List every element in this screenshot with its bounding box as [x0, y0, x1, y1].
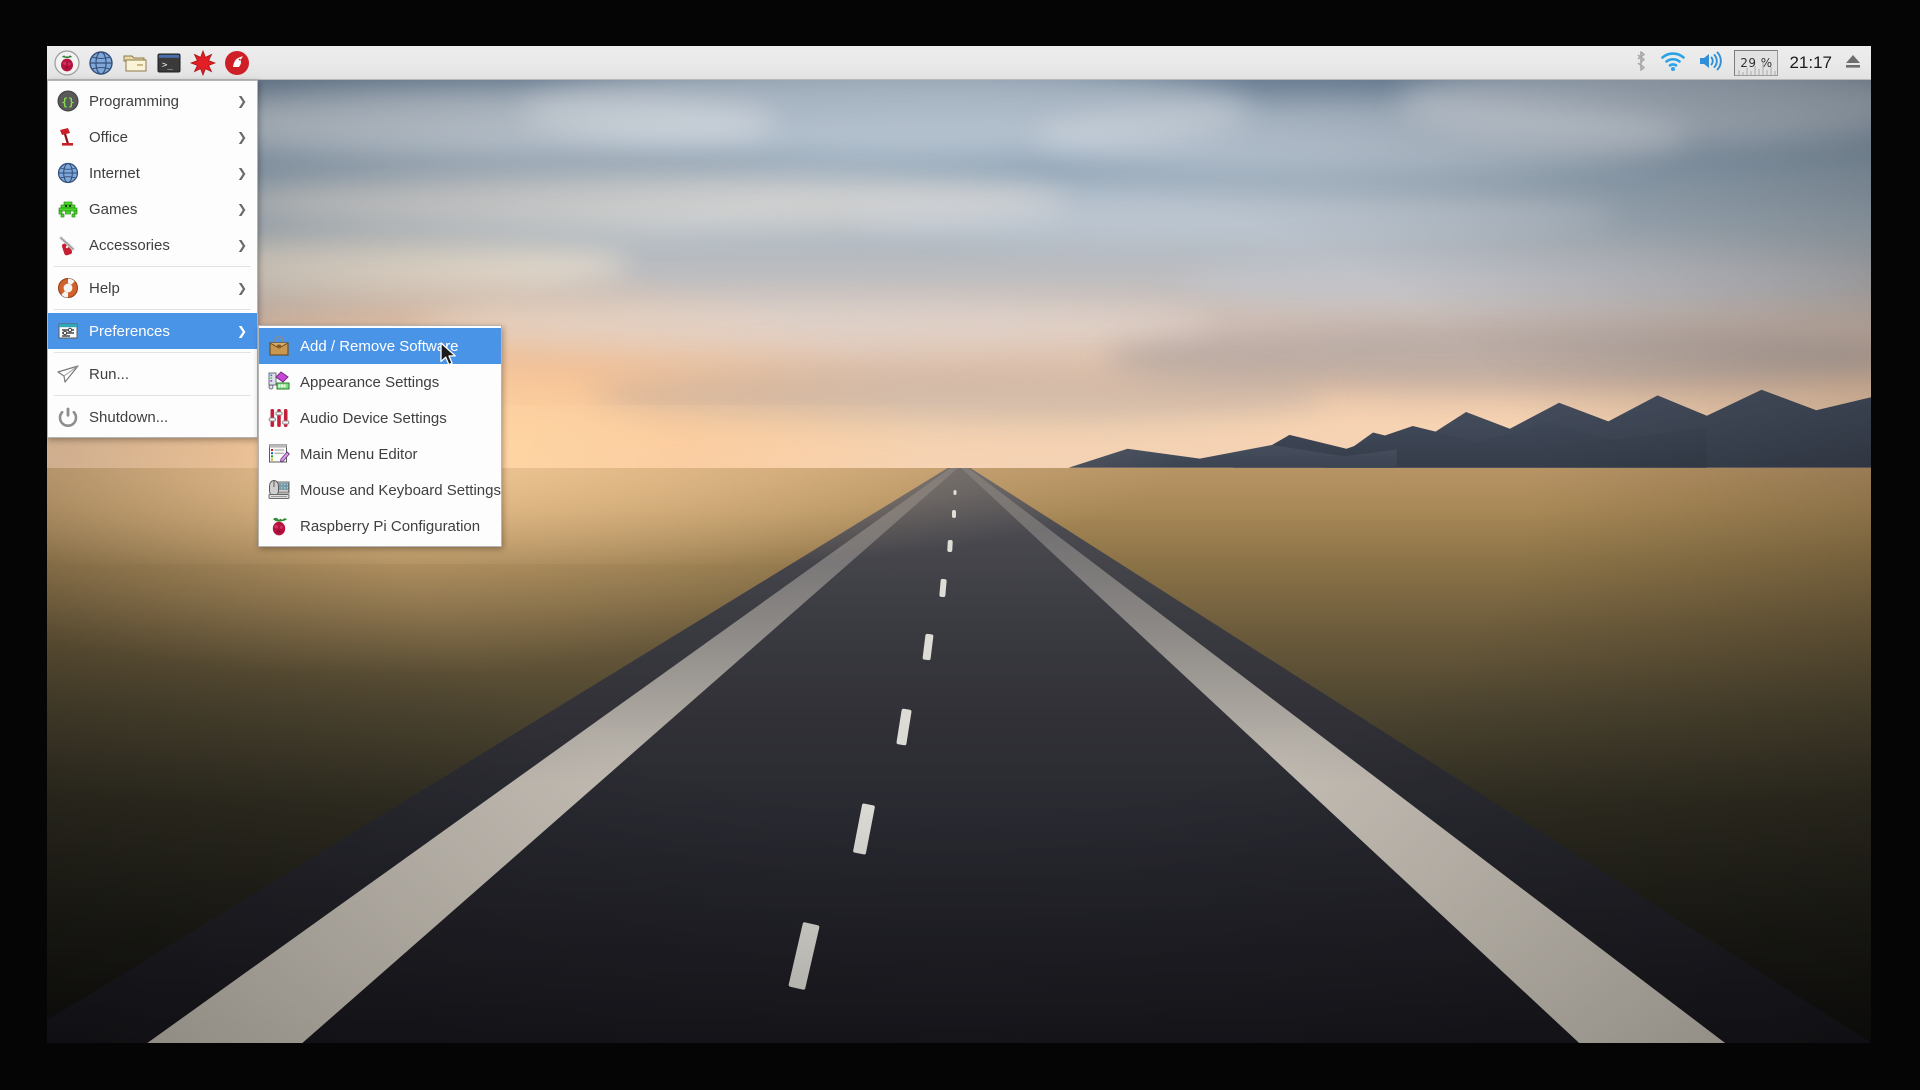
menu-editor-icon — [267, 442, 291, 466]
preferences-icon — [56, 319, 80, 343]
menu-item-accessories[interactable]: Accessories ❯ — [48, 227, 257, 263]
terminal-icon[interactable]: >_ — [154, 48, 184, 78]
menu-item-label: Office — [89, 129, 128, 146]
menu-item-label: Run... — [89, 366, 129, 383]
appearance-icon — [267, 370, 291, 394]
menu-item-office[interactable]: Office ❯ — [48, 119, 257, 155]
menu-item-run[interactable]: Run... — [48, 356, 257, 392]
chevron-right-icon: ❯ — [237, 130, 249, 144]
help-icon — [56, 276, 80, 300]
clock[interactable]: 21:17 — [1789, 53, 1832, 73]
road-dash — [939, 579, 947, 597]
menu-item-label: Preferences — [89, 323, 170, 340]
wolfram-icon[interactable] — [222, 48, 252, 78]
submenu-item-audio-device-settings[interactable]: Audio Device Settings — [259, 400, 501, 436]
accessories-icon — [56, 233, 80, 257]
mouse-keyboard-icon — [267, 478, 291, 502]
chevron-right-icon: ❯ — [237, 166, 249, 180]
submenu-item-main-menu-editor[interactable]: Main Menu Editor — [259, 436, 501, 472]
eject-icon[interactable] — [1843, 51, 1863, 75]
menu-item-games[interactable]: Games ❯ — [48, 191, 257, 227]
programming-icon: {} — [56, 89, 80, 113]
audio-icon — [267, 406, 291, 430]
shutdown-icon — [56, 405, 80, 429]
menu-separator — [54, 395, 251, 396]
menu-item-help[interactable]: Help ❯ — [48, 270, 257, 306]
preferences-submenu: Add / Remove Software Appearance Setting… — [258, 325, 502, 547]
bluetooth-icon[interactable] — [1633, 49, 1649, 77]
raspberry-menu-icon[interactable] — [52, 48, 82, 78]
chevron-right-icon: ❯ — [237, 324, 249, 338]
submenu-item-label: Main Menu Editor — [300, 446, 418, 463]
internet-icon — [56, 161, 80, 185]
menu-separator — [54, 266, 251, 267]
submenu-item-raspberry-pi-configuration[interactable]: Raspberry Pi Configuration — [259, 508, 501, 544]
menu-item-label: Accessories — [89, 237, 170, 254]
menu-item-label: Help — [89, 280, 120, 297]
menu-item-label: Internet — [89, 165, 140, 182]
menu-item-shutdown[interactable]: Shutdown... — [48, 399, 257, 435]
main-menu: {} Programming ❯ Office ❯ — [47, 80, 258, 438]
run-icon — [56, 362, 80, 386]
office-icon — [56, 125, 80, 149]
menu-item-label: Games — [89, 201, 137, 218]
wifi-icon[interactable] — [1660, 50, 1686, 76]
submenu-item-appearance-settings[interactable]: Appearance Settings — [259, 364, 501, 400]
package-icon — [267, 334, 291, 358]
submenu-item-label: Mouse and Keyboard Settings — [300, 482, 501, 499]
menu-separator — [54, 309, 251, 310]
submenu-item-label: Audio Device Settings — [300, 410, 447, 427]
cpu-monitor[interactable]: 29 % — [1734, 50, 1778, 76]
chevron-right-icon: ❯ — [237, 281, 249, 295]
svg-text:{}: {} — [61, 96, 74, 109]
web-browser-icon[interactable] — [86, 48, 116, 78]
submenu-item-label: Add / Remove Software — [300, 338, 458, 355]
taskbar-launchers: >_ — [47, 48, 252, 78]
volume-icon[interactable] — [1697, 50, 1723, 76]
menu-item-preferences[interactable]: Preferences ❯ — [48, 313, 257, 349]
system-tray: 29 % 21:17 — [1633, 49, 1871, 77]
road-dash — [952, 510, 956, 518]
menu-item-programming[interactable]: {} Programming ❯ — [48, 83, 257, 119]
chevron-right-icon: ❯ — [237, 238, 249, 252]
chevron-right-icon: ❯ — [237, 202, 249, 216]
chevron-right-icon: ❯ — [237, 94, 249, 108]
menu-item-label: Shutdown... — [89, 409, 168, 426]
file-manager-icon[interactable] — [120, 48, 150, 78]
road-dash — [947, 539, 953, 551]
road-dash — [954, 490, 957, 495]
menu-item-label: Programming — [89, 93, 179, 110]
menu-item-internet[interactable]: Internet ❯ — [48, 155, 257, 191]
raspberry-icon — [267, 514, 291, 538]
svg-text:>_: >_ — [162, 60, 173, 70]
submenu-item-label: Appearance Settings — [300, 374, 439, 391]
cpu-monitor-label: 29 % — [1740, 56, 1773, 70]
desktop-screen: >_ — [47, 46, 1871, 1043]
submenu-item-add-remove-software[interactable]: Add / Remove Software — [259, 328, 501, 364]
taskbar: >_ — [47, 46, 1871, 80]
submenu-item-label: Raspberry Pi Configuration — [300, 518, 480, 535]
games-icon — [56, 197, 80, 221]
mathematica-icon[interactable] — [188, 48, 218, 78]
submenu-item-mouse-and-keyboard-settings[interactable]: Mouse and Keyboard Settings — [259, 472, 501, 508]
menu-separator — [54, 352, 251, 353]
